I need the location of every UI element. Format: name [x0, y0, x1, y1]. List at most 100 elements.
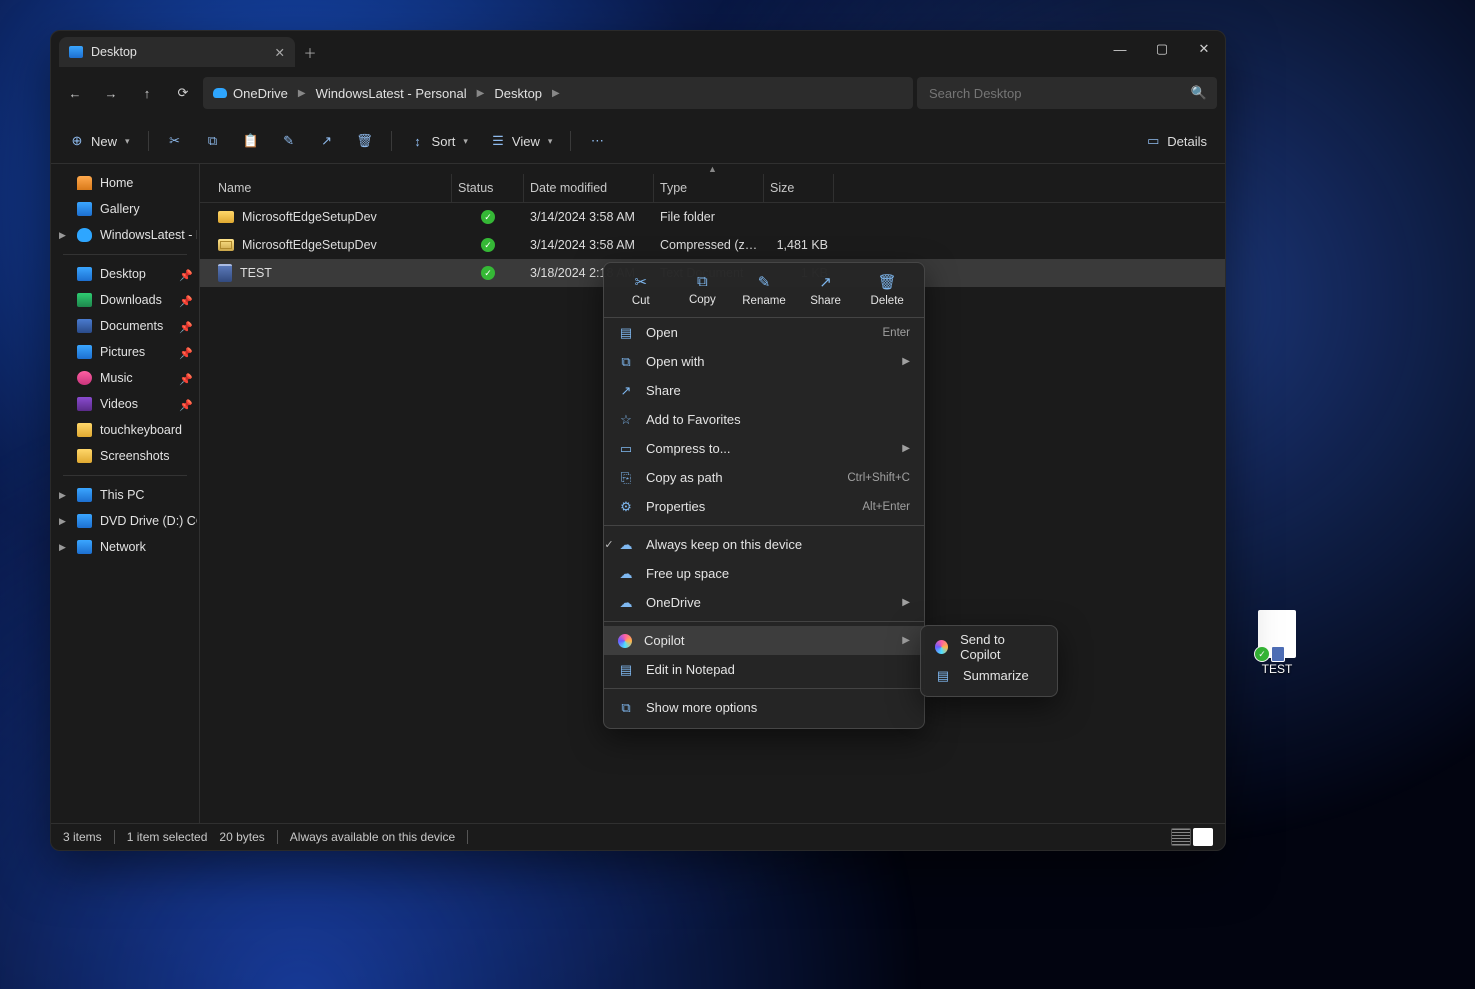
context-item-free-up-space[interactable]: ☁ Free up space [604, 559, 924, 588]
context-action-rename[interactable]: ✎ Rename [737, 273, 791, 307]
delete-icon: 🗑 [878, 273, 897, 291]
tab-strip: Desktop ✕ ＋ — ▢ ✕ [51, 31, 1225, 67]
sidebar-item-music[interactable]: Music 📌 [53, 365, 197, 391]
context-item-open-with[interactable]: ⧉ Open with ▶ [604, 347, 924, 376]
more-button[interactable]: ⋯ [581, 126, 613, 156]
navigation-bar: ← → ↑ ⟳ OneDrive ▶ WindowsLatest - Perso… [51, 67, 1225, 119]
up-button[interactable]: ↑ [131, 77, 163, 109]
breadcrumb[interactable]: OneDrive ▶ WindowsLatest - Personal ▶ De… [203, 77, 913, 109]
column-header-name[interactable]: Name [212, 174, 452, 202]
search-icon[interactable]: 🔍 [1191, 85, 1207, 101]
context-item-label: Copilot [644, 633, 684, 648]
chevron-right-icon[interactable]: ▶ [59, 490, 66, 501]
sidebar-item-windowslatest---pe[interactable]: ▶ WindowsLatest - Pe [53, 222, 197, 248]
sidebar-item-downloads[interactable]: Downloads 📌 [53, 287, 197, 313]
maximize-button[interactable]: ▢ [1141, 31, 1183, 67]
ellipsis-icon: ⋯ [589, 133, 605, 149]
context-item-label: Share [646, 383, 681, 398]
sidebar-item-network[interactable]: ▶ Network [53, 534, 197, 560]
file-row[interactable]: MicrosoftEdgeSetupDev ✓ 3/14/2024 3:58 A… [200, 203, 1225, 231]
sidebar-item-screenshots[interactable]: Screenshots [53, 443, 197, 469]
thumbnails-view-toggle[interactable] [1193, 828, 1213, 846]
sidebar-item-this-pc[interactable]: ▶ This PC [53, 482, 197, 508]
minimize-button[interactable]: — [1099, 31, 1141, 67]
context-item-add-to-favorites[interactable]: ☆ Add to Favorites [604, 405, 924, 434]
context-item-show-more-options[interactable]: ⧉ Show more options [604, 693, 924, 722]
context-action-cut[interactable]: ✂ Cut [614, 273, 668, 307]
desktop-icon [69, 46, 83, 58]
cut-button[interactable]: ✂ [159, 126, 191, 156]
details-pane-button[interactable]: ▭ Details [1137, 126, 1215, 156]
chevron-right-icon[interactable]: ▶ [59, 516, 66, 527]
context-item-edit-in-notepad[interactable]: ▤ Edit in Notepad [604, 655, 924, 684]
chevron-right-icon[interactable]: ▶ [477, 88, 485, 99]
search-input[interactable] [927, 85, 1183, 102]
sidebar-item-pictures[interactable]: Pictures 📌 [53, 339, 197, 365]
file-name: TEST [240, 266, 272, 280]
search-box[interactable]: 🔍 [917, 77, 1217, 109]
column-header-date-modified[interactable]: Date modified [524, 174, 654, 202]
column-header-status[interactable]: Status [452, 174, 524, 202]
sort-button[interactable]: ↕ Sort ▾ [402, 126, 476, 156]
tab-close-button[interactable]: ✕ [275, 45, 285, 60]
context-action-share[interactable]: ↗ Share [799, 273, 853, 307]
chevron-right-icon: ▶ [902, 356, 910, 367]
sidebar-item-label: Home [100, 176, 133, 190]
rename-button[interactable]: ✎ [273, 126, 305, 156]
context-item-share[interactable]: ↗ Share [604, 376, 924, 405]
copy-button[interactable]: ⧉ [197, 126, 229, 156]
paste-icon: 📋 [243, 133, 259, 149]
sidebar-item-videos[interactable]: Videos 📌 [53, 391, 197, 417]
context-action-copy[interactable]: ⧉ Copy [675, 273, 729, 307]
share-button[interactable]: ↗ [311, 126, 343, 156]
chevron-right-icon[interactable]: ▶ [552, 88, 560, 99]
view-button[interactable]: ☰ View ▾ [482, 126, 560, 156]
sidebar-item-home[interactable]: Home [53, 170, 197, 196]
chevron-right-icon[interactable]: ▶ [298, 88, 306, 99]
sidebar-item-label: Gallery [100, 202, 140, 216]
sidebar-item-desktop[interactable]: Desktop 📌 [53, 261, 197, 287]
sync-status-icon: ✓ [481, 210, 495, 224]
file-date: 3/14/2024 3:58 AM [524, 210, 654, 224]
file-type: File folder [654, 210, 764, 224]
context-item-properties[interactable]: ⚙ Properties Alt+Enter [604, 492, 924, 521]
sidebar-item-dvd-drive-d-ccc[interactable]: ▶ DVD Drive (D:) CCC [53, 508, 197, 534]
context-item-onedrive[interactable]: ☁ OneDrive ▶ [604, 588, 924, 617]
file-row[interactable]: MicrosoftEdgeSetupDev ✓ 3/14/2024 3:58 A… [200, 231, 1225, 259]
column-header-type[interactable]: Type [654, 174, 764, 202]
submenu-item-send-to-copilot[interactable]: Send to Copilot [921, 632, 1057, 661]
desktop-shortcut-test[interactable]: ✓ TEST [1241, 610, 1313, 676]
breadcrumb-desktop[interactable]: Desktop [494, 86, 542, 101]
sidebar-item-documents[interactable]: Documents 📌 [53, 313, 197, 339]
delete-button[interactable]: 🗑 [349, 126, 381, 156]
close-window-button[interactable]: ✕ [1183, 31, 1225, 67]
chevron-right-icon[interactable]: ▶ [59, 542, 66, 553]
context-item-compress-to-[interactable]: ▭ Compress to... ▶ [604, 434, 924, 463]
cut-icon: ✂ [167, 133, 183, 149]
context-action-delete[interactable]: 🗑 Delete [860, 273, 914, 307]
context-item-copilot[interactable]: Copilot ▶ [604, 626, 924, 655]
submenu-item-summarize[interactable]: ▤ Summarize [921, 661, 1057, 690]
context-item-label: Always keep on this device [646, 537, 802, 552]
paste-button[interactable]: 📋 [235, 126, 267, 156]
context-item-open[interactable]: ▤ Open Enter [604, 318, 924, 347]
sidebar-item-gallery[interactable]: Gallery [53, 196, 197, 222]
new-tab-button[interactable]: ＋ [295, 37, 325, 67]
details-view-toggle[interactable] [1171, 828, 1191, 846]
sidebar-item-label: This PC [100, 488, 144, 502]
column-header-size[interactable]: Size [764, 174, 834, 202]
forward-button[interactable]: → [95, 77, 127, 109]
breadcrumb-onedrive[interactable]: OneDrive [213, 86, 288, 101]
sidebar-item-label: Screenshots [100, 449, 169, 463]
details-icon: ▭ [1145, 133, 1161, 149]
tab-desktop[interactable]: Desktop ✕ [59, 37, 295, 67]
sidebar-item-touchkeyboard[interactable]: touchkeyboard [53, 417, 197, 443]
chevron-right-icon[interactable]: ▶ [59, 230, 66, 241]
context-item-always-keep-on-this-device[interactable]: ✓ ☁ Always keep on this device [604, 530, 924, 559]
context-item-copy-as-path[interactable]: ⎘ Copy as path Ctrl+Shift+C [604, 463, 924, 492]
sort-indicator-icon: ▲ [200, 164, 1225, 174]
breadcrumb-windowslatest[interactable]: WindowsLatest - Personal [316, 86, 467, 101]
refresh-button[interactable]: ⟳ [167, 77, 199, 109]
new-button[interactable]: ⊕ New ▾ [61, 126, 138, 156]
back-button[interactable]: ← [59, 77, 91, 109]
